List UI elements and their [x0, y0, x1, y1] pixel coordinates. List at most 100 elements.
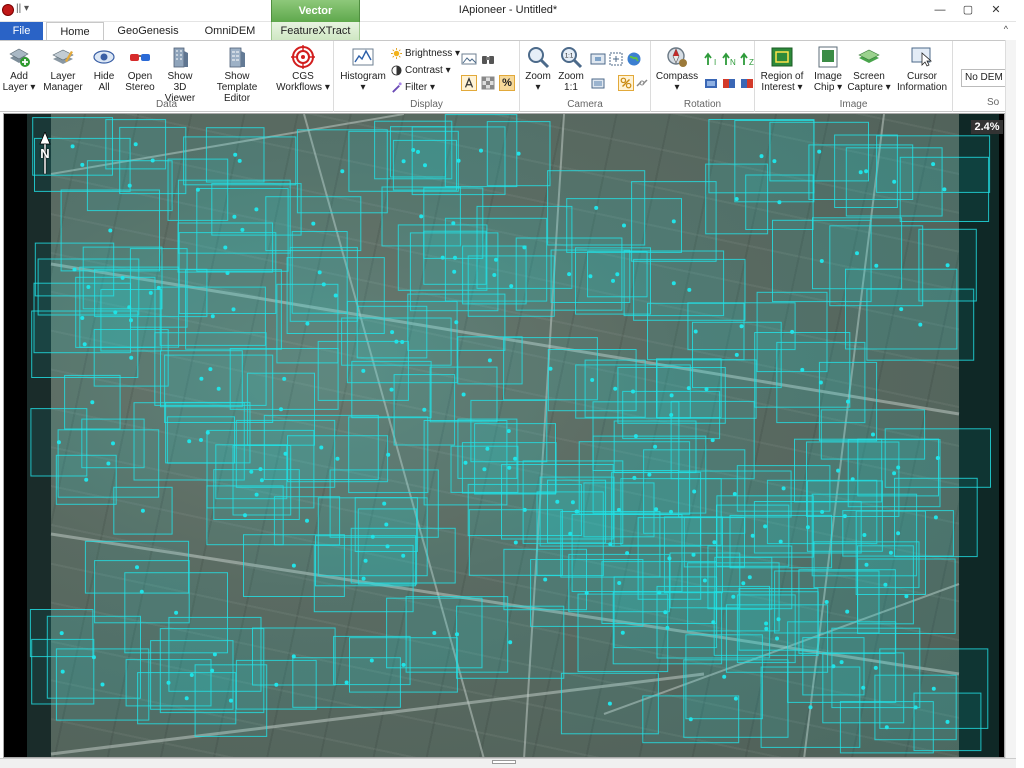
map-viewport[interactable]: 2.4% N — [3, 113, 1005, 758]
histogram-button[interactable]: Histogram ▾ — [338, 45, 388, 93]
footprint-center — [319, 445, 324, 450]
footprint-center — [432, 631, 437, 635]
image-chip-label-2: Chip ▾ — [813, 82, 843, 93]
hide-all-button[interactable]: Hide All — [89, 45, 119, 93]
rotate-north-icon[interactable]: N — [721, 51, 737, 67]
screen-capture-button[interactable]: Screen Capture ▾ — [845, 45, 893, 93]
globe-icon[interactable] — [626, 51, 642, 67]
binoculars-icon[interactable] — [480, 51, 496, 67]
rotate-screen-icon[interactable] — [703, 75, 719, 91]
image-chip-button[interactable]: Image Chip ▾ — [809, 45, 847, 93]
footprint-overlay — [29, 114, 992, 757]
layer-manager-label-1: Layer — [50, 71, 76, 82]
footprint-center — [140, 508, 145, 513]
group-label-rotation: Rotation — [683, 99, 722, 110]
footprint-center — [935, 456, 940, 460]
tab-file[interactable]: File — [0, 22, 43, 40]
status-grip[interactable] — [492, 760, 516, 764]
footprint-center — [775, 636, 779, 641]
chain-link-icon[interactable] — [634, 75, 650, 91]
target-icon — [291, 45, 315, 69]
footprint-center — [781, 486, 786, 491]
cursor-information-label-2: Information — [896, 82, 948, 93]
percent-stretch-button[interactable]: % — [499, 75, 515, 91]
footprint-center — [808, 705, 813, 710]
show-template-editor-button[interactable]: Show Template Editor — [203, 45, 271, 104]
vertical-scrollbar[interactable] — [1005, 40, 1016, 758]
open-stereo-button[interactable]: Open Stereo — [122, 45, 158, 93]
filter-button[interactable]: Filter ▾ — [391, 80, 435, 96]
group-data: Add Layer ▾ Layer Manager Hide All Open … — [0, 41, 334, 112]
footprint-center — [291, 654, 296, 659]
group-label-data: Data — [155, 99, 178, 110]
tab-omnidem[interactable]: OmniDEM — [192, 22, 268, 40]
rotate-image-icon[interactable] — [721, 75, 737, 91]
footprint-center — [401, 159, 406, 164]
tab-home[interactable]: Home — [46, 22, 104, 41]
tab-geogenesis[interactable]: GeoGenesis — [108, 22, 188, 40]
footprint-center — [84, 477, 89, 482]
filter-label: Filter ▾ — [405, 82, 436, 93]
screen-capture-label-1: Screen — [853, 71, 885, 82]
footprint-center — [710, 438, 715, 443]
zoom-button[interactable]: Zoom ▾ — [522, 45, 554, 93]
image-stretch-icon[interactable] — [461, 51, 477, 67]
maximize-button[interactable]: ▢ — [958, 2, 978, 18]
brightness-label: Brightness ▾ — [405, 48, 461, 59]
footprint-center — [82, 342, 87, 347]
group-display: Histogram ▾ Brightness ▾ Contrast ▾ Filt… — [334, 41, 520, 112]
footprint-center — [72, 267, 77, 272]
status-bar — [0, 758, 1016, 768]
footprint-center — [607, 701, 612, 706]
footprint-center — [150, 158, 155, 163]
zoom-window-icon[interactable] — [590, 51, 606, 67]
region-of-interest-label-2: Interest ▾ — [761, 82, 803, 93]
footprint-center — [184, 696, 189, 701]
zoom-extent-icon[interactable] — [608, 51, 624, 67]
footprint-center — [385, 544, 390, 549]
group-camera: Zoom ▾ 1:1 Zoom 1:1 Camera — [520, 41, 651, 112]
building-3d-icon — [173, 47, 188, 68]
pan-icon[interactable] — [590, 75, 606, 91]
close-button[interactable]: ✕ — [986, 2, 1006, 18]
layer-manager-button[interactable]: Layer Manager — [40, 45, 86, 93]
group-label-camera: Camera — [567, 99, 603, 110]
cgs-workflows-button[interactable]: CGS Workflows ▾ — [275, 45, 331, 93]
show-3d-viewer-button[interactable]: Show 3D Viewer — [160, 45, 200, 104]
brightness-button[interactable]: Brightness ▾ — [391, 46, 460, 62]
footprint-center — [543, 577, 548, 582]
contrast-button[interactable]: Contrast ▾ — [391, 63, 451, 79]
histogram-label-2: ▾ — [360, 82, 366, 93]
rotate-up-green-icon[interactable]: I — [703, 51, 719, 67]
zoom-1-1-button[interactable]: 1:1 Zoom 1:1 — [556, 45, 586, 93]
footprint-center — [850, 477, 855, 482]
footprint-center — [671, 281, 676, 286]
footprint-center — [711, 620, 716, 625]
ribbon-collapse-button[interactable]: ^ — [1004, 24, 1008, 34]
footprint-center — [108, 228, 113, 233]
checker-icon[interactable] — [480, 75, 496, 91]
footprint-center — [199, 376, 204, 381]
add-layer-button[interactable]: Add Layer ▾ — [2, 45, 36, 93]
cursor-information-button[interactable]: Cursor Information — [893, 45, 951, 93]
minimize-button[interactable]: — — [930, 2, 950, 18]
footprint-center — [892, 179, 897, 184]
tab-featurextract[interactable]: FeatureXTract — [271, 22, 360, 40]
footprint-center — [237, 158, 242, 163]
footprint-center — [135, 565, 139, 570]
rotate-view-icon[interactable] — [739, 75, 755, 91]
group-rotation: Compass ▾ I N Z Rotation — [651, 41, 755, 112]
region-of-interest-label-1: Region of — [760, 71, 804, 82]
link-views-icon[interactable] — [618, 75, 634, 91]
font-tool-icon[interactable] — [461, 75, 477, 91]
ribbon: Add Layer ▾ Layer Manager Hide All Open … — [0, 40, 1016, 112]
dem-select[interactable]: No DEM — [961, 69, 1009, 87]
footprint-center — [750, 533, 755, 538]
group-label-source-partial: So — [987, 97, 1000, 108]
footprint-center — [896, 531, 901, 536]
compass-button[interactable]: Compass ▾ — [655, 45, 699, 93]
region-of-interest-button[interactable]: Region of Interest ▾ — [757, 45, 807, 93]
footprint-center — [509, 284, 514, 289]
rotate-z-icon[interactable]: Z — [739, 51, 755, 67]
compass-icon — [667, 47, 687, 67]
